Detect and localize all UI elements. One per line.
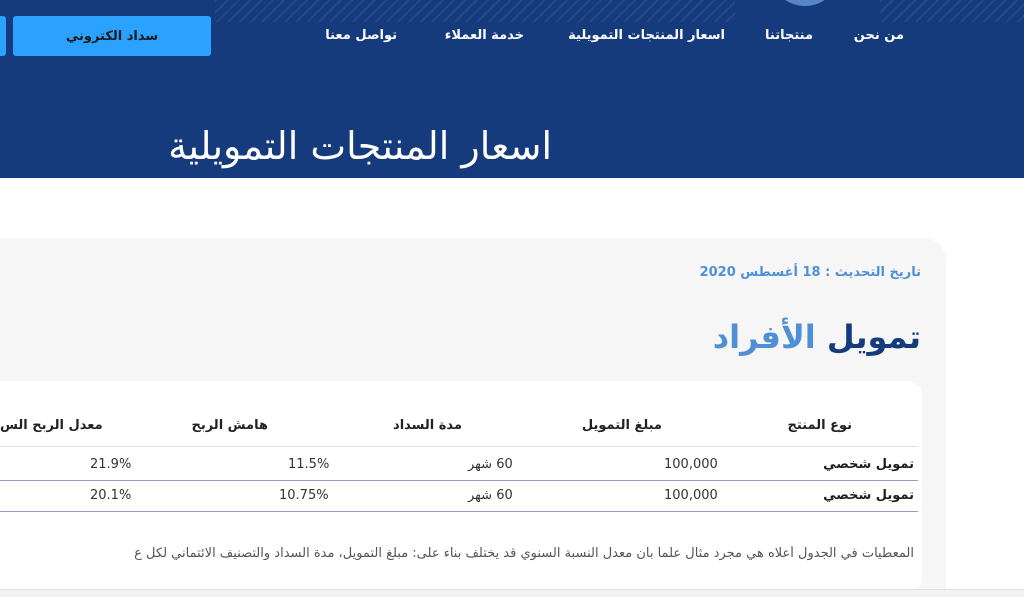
th-profit-margin: هامش الربح: [191, 418, 268, 433]
logo-icon[interactable]: [770, 0, 840, 6]
site-header: من نحن منتجاتنا اسعار المنتجات التمويلية…: [0, 0, 1024, 178]
table-cell-margin: 11.5%: [288, 457, 330, 472]
nav-item-about[interactable]: من نحن: [854, 28, 904, 43]
section-title-part2: الأفراد: [712, 318, 816, 356]
table-header-divider: [0, 446, 918, 447]
table-cell-rate: 20.1%: [90, 488, 132, 503]
header-pattern: [880, 0, 1024, 22]
th-repayment-period: مدة السداد: [393, 418, 462, 433]
hidden-button-edge[interactable]: [0, 16, 6, 56]
table-cell-product: تمويل شخصي: [823, 457, 914, 472]
table-cell-period: 60 شهر: [468, 488, 513, 503]
th-financing-amount: مبلغ التمويل: [581, 418, 662, 433]
update-date: تاريخ التحديث : 18 أغسطس 2020: [699, 265, 921, 280]
table-cell-amount: 100,000: [664, 457, 718, 472]
section-title: تمويل الأفراد: [713, 318, 921, 356]
electronic-payment-button[interactable]: سداد الكتروني: [13, 16, 211, 56]
table-cell-period: 60 شهر: [468, 457, 513, 472]
nav-item-products[interactable]: منتجاتنا: [765, 28, 813, 43]
page: من نحن منتجاتنا اسعار المنتجات التمويلية…: [0, 0, 1024, 597]
nav-item-contact[interactable]: تواصل معنا: [325, 28, 397, 43]
th-product-type: نوع المنتج: [787, 418, 852, 433]
table-cell-product: تمويل شخصي: [823, 488, 914, 503]
page-bottom-edge: [0, 589, 1024, 597]
table-row-divider: [0, 511, 918, 512]
table-cell-rate: 21.9%: [90, 457, 132, 472]
header-pattern: [215, 0, 735, 22]
table-cell-amount: 100,000: [664, 488, 718, 503]
page-title: اسعار المنتجات التمويلية: [168, 124, 552, 168]
table-cell-margin: 10.75%: [279, 488, 329, 503]
table-row-divider: [0, 480, 918, 481]
section-title-part1: تمويل: [826, 318, 921, 356]
nav-item-financing-prices[interactable]: اسعار المنتجات التمويلية: [568, 28, 725, 43]
th-annual-rate: معدل الربح الس: [0, 418, 103, 433]
table-disclaimer: المعطيات في الجدول أعلاه هي مجرد مثال عل…: [134, 546, 914, 561]
nav-item-customer-service[interactable]: خدمة العملاء: [445, 28, 524, 43]
